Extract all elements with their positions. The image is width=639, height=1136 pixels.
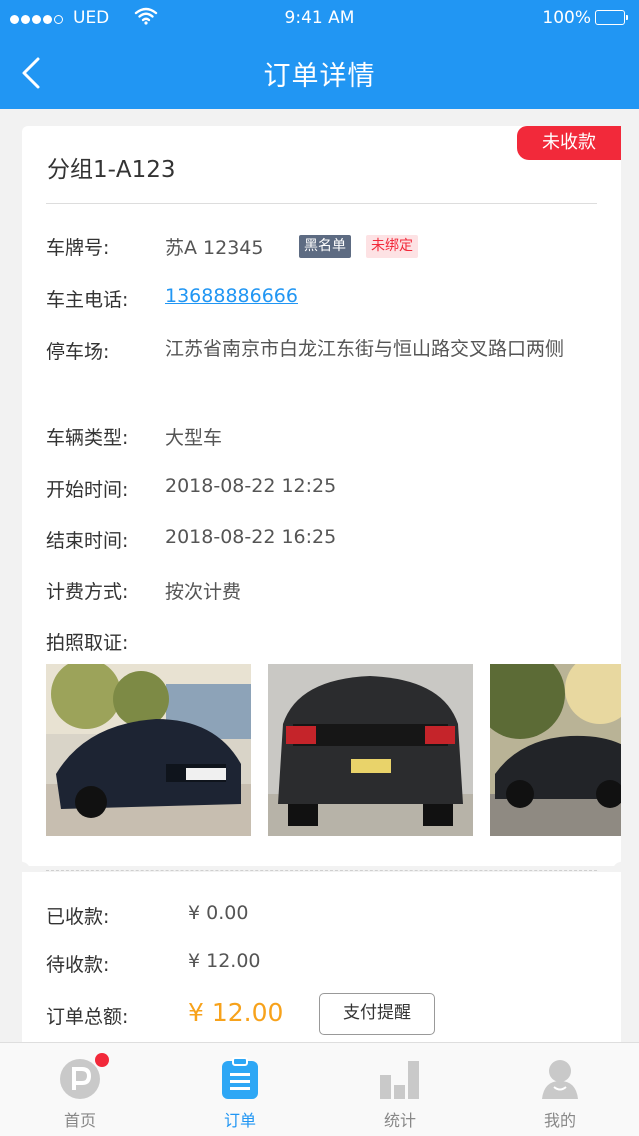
paid-value: ¥ 0.00 — [188, 902, 249, 924]
stats-bar-icon — [380, 1061, 419, 1099]
status-badge: 未收款 — [517, 126, 621, 160]
bottom-tab-bar: 首页 订单 统计 我的 — [0, 1042, 639, 1136]
end-time-label: 结束时间: — [46, 530, 129, 552]
nav-header: UED 9:41 AM 100% 订单详情 — [0, 0, 639, 109]
vehicle-type-label: 车辆类型: — [46, 427, 129, 449]
photos-label: 拍照取证: — [46, 632, 129, 654]
profile-icon — [542, 1060, 578, 1099]
plate-value: 苏A 12345 — [165, 237, 264, 259]
tab-profile-label: 我的 — [543, 1111, 576, 1130]
battery-icon — [595, 10, 628, 25]
paid-label: 已收款: — [46, 906, 110, 928]
car-rear-photo[interactable] — [268, 664, 473, 836]
car-front-photo[interactable] — [46, 664, 251, 836]
blacklist-tag: 黑名单 — [299, 235, 351, 258]
parking-lot-value: 江苏省南京市白龙江东街与恒山路交叉路口两侧 — [165, 338, 565, 360]
pending-value: ¥ 12.00 — [188, 950, 261, 972]
tab-stats[interactable]: 统计 — [320, 1043, 480, 1136]
start-time-value: 2018-08-22 12:25 — [165, 475, 337, 497]
tab-home[interactable]: 首页 — [0, 1043, 160, 1136]
page-title: 订单详情 — [263, 61, 376, 92]
parking-lot-label: 停车场: — [46, 341, 110, 363]
plate-label: 车牌号: — [46, 237, 110, 259]
car-side-photo[interactable] — [490, 664, 621, 836]
tab-orders[interactable]: 订单 — [160, 1043, 320, 1136]
evidence-photos — [46, 664, 621, 836]
status-bar: UED 9:41 AM 100% — [0, 0, 639, 38]
start-time-label: 开始时间: — [46, 479, 129, 501]
divider — [46, 203, 597, 204]
vehicle-type-value: 大型车 — [165, 427, 223, 449]
payment-reminder-button[interactable]: 支付提醒 — [319, 993, 435, 1035]
order-group-title: 分组1-A123 — [47, 157, 176, 183]
billing-label: 计费方式: — [46, 581, 129, 603]
phone-label: 车主电话: — [46, 289, 129, 311]
total-amount: ¥ 12.00 — [188, 998, 284, 1027]
billing-value: 按次计费 — [165, 581, 242, 603]
tab-home-label: 首页 — [63, 1111, 96, 1130]
tab-stats-label: 统计 — [383, 1111, 416, 1130]
tab-profile[interactable]: 我的 — [480, 1043, 639, 1136]
unbound-tag: 未绑定 — [366, 235, 418, 258]
battery-percent: 100% — [542, 8, 591, 28]
total-label: 订单总额: — [46, 1006, 129, 1028]
end-time-value: 2018-08-22 16:25 — [165, 526, 337, 548]
tab-orders-label: 订单 — [223, 1111, 256, 1130]
owner-phone-link[interactable]: 13688886666 — [165, 285, 298, 307]
dashed-separator — [46, 870, 597, 871]
notification-dot — [95, 1053, 109, 1067]
pending-label: 待收款: — [46, 954, 110, 976]
order-clipboard-icon — [222, 1057, 258, 1099]
